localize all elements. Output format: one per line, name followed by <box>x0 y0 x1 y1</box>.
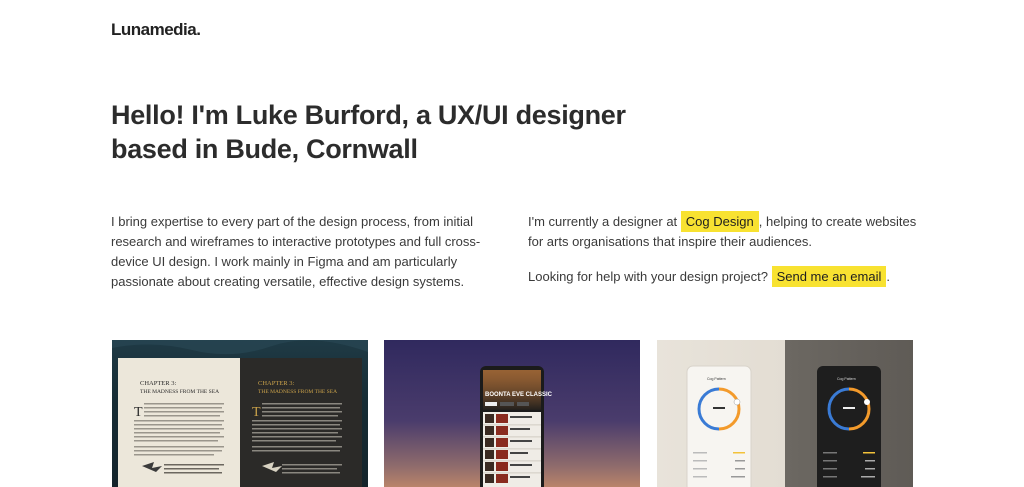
send-email-link[interactable]: Send me an email <box>771 266 887 287</box>
chapter-label-light: CHAPTER 3: <box>140 380 176 387</box>
cog-design-link[interactable]: Cog Design <box>680 211 759 232</box>
intro-paragraph: I bring expertise to every part of the d… <box>111 214 481 289</box>
chapter-title-light: THE MADNESS FROM THE SEA <box>140 389 219 395</box>
svg-text:T: T <box>134 405 143 420</box>
portfolio-card-pattern-app[interactable]: Cog Pattern Cog Pattern <box>657 340 913 487</box>
current-role-paragraph: I'm currently a designer at Cog Design, … <box>528 211 928 252</box>
chapter-label-dark: CHAPTER 3: <box>258 380 294 387</box>
headline-line-1: Hello! I'm Luke Burford, a UX/UI designe… <box>111 100 626 130</box>
portfolio-card-event-app[interactable]: BOONTA EVE CLASSIC <box>384 340 640 487</box>
pattern-app-illustration: Cog Pattern Cog Pattern <box>686 365 881 487</box>
chapter-title-dark: THE MADNESS FROM THE SEA <box>258 389 337 395</box>
site-logo[interactable]: Lunamedia. <box>111 20 201 40</box>
contact-prefix: Looking for help with your design projec… <box>528 269 768 284</box>
book-spread-illustration: CHAPTER 3: THE MADNESS FROM THE SEA CHAP… <box>112 340 368 487</box>
panel-title-dark: Cog Pattern <box>837 377 856 381</box>
contact-suffix: . <box>886 269 890 284</box>
page-headline: Hello! I'm Luke Burford, a UX/UI designe… <box>111 98 671 166</box>
event-app-illustration: BOONTA EVE CLASSIC <box>480 366 553 487</box>
svg-text:T: T <box>252 405 261 420</box>
current-role-prefix: I'm currently a designer at <box>528 214 678 229</box>
contact-paragraph: Looking for help with your design projec… <box>528 266 928 287</box>
headline-line-2: based in Bude, Cornwall <box>111 134 418 164</box>
event-title: BOONTA EVE CLASSIC <box>485 392 553 398</box>
current-role-column: I'm currently a designer at Cog Design, … <box>528 211 928 287</box>
portfolio-card-book[interactable]: CHAPTER 3: THE MADNESS FROM THE SEA CHAP… <box>112 340 368 487</box>
panel-title-light: Cog Pattern <box>707 377 726 381</box>
